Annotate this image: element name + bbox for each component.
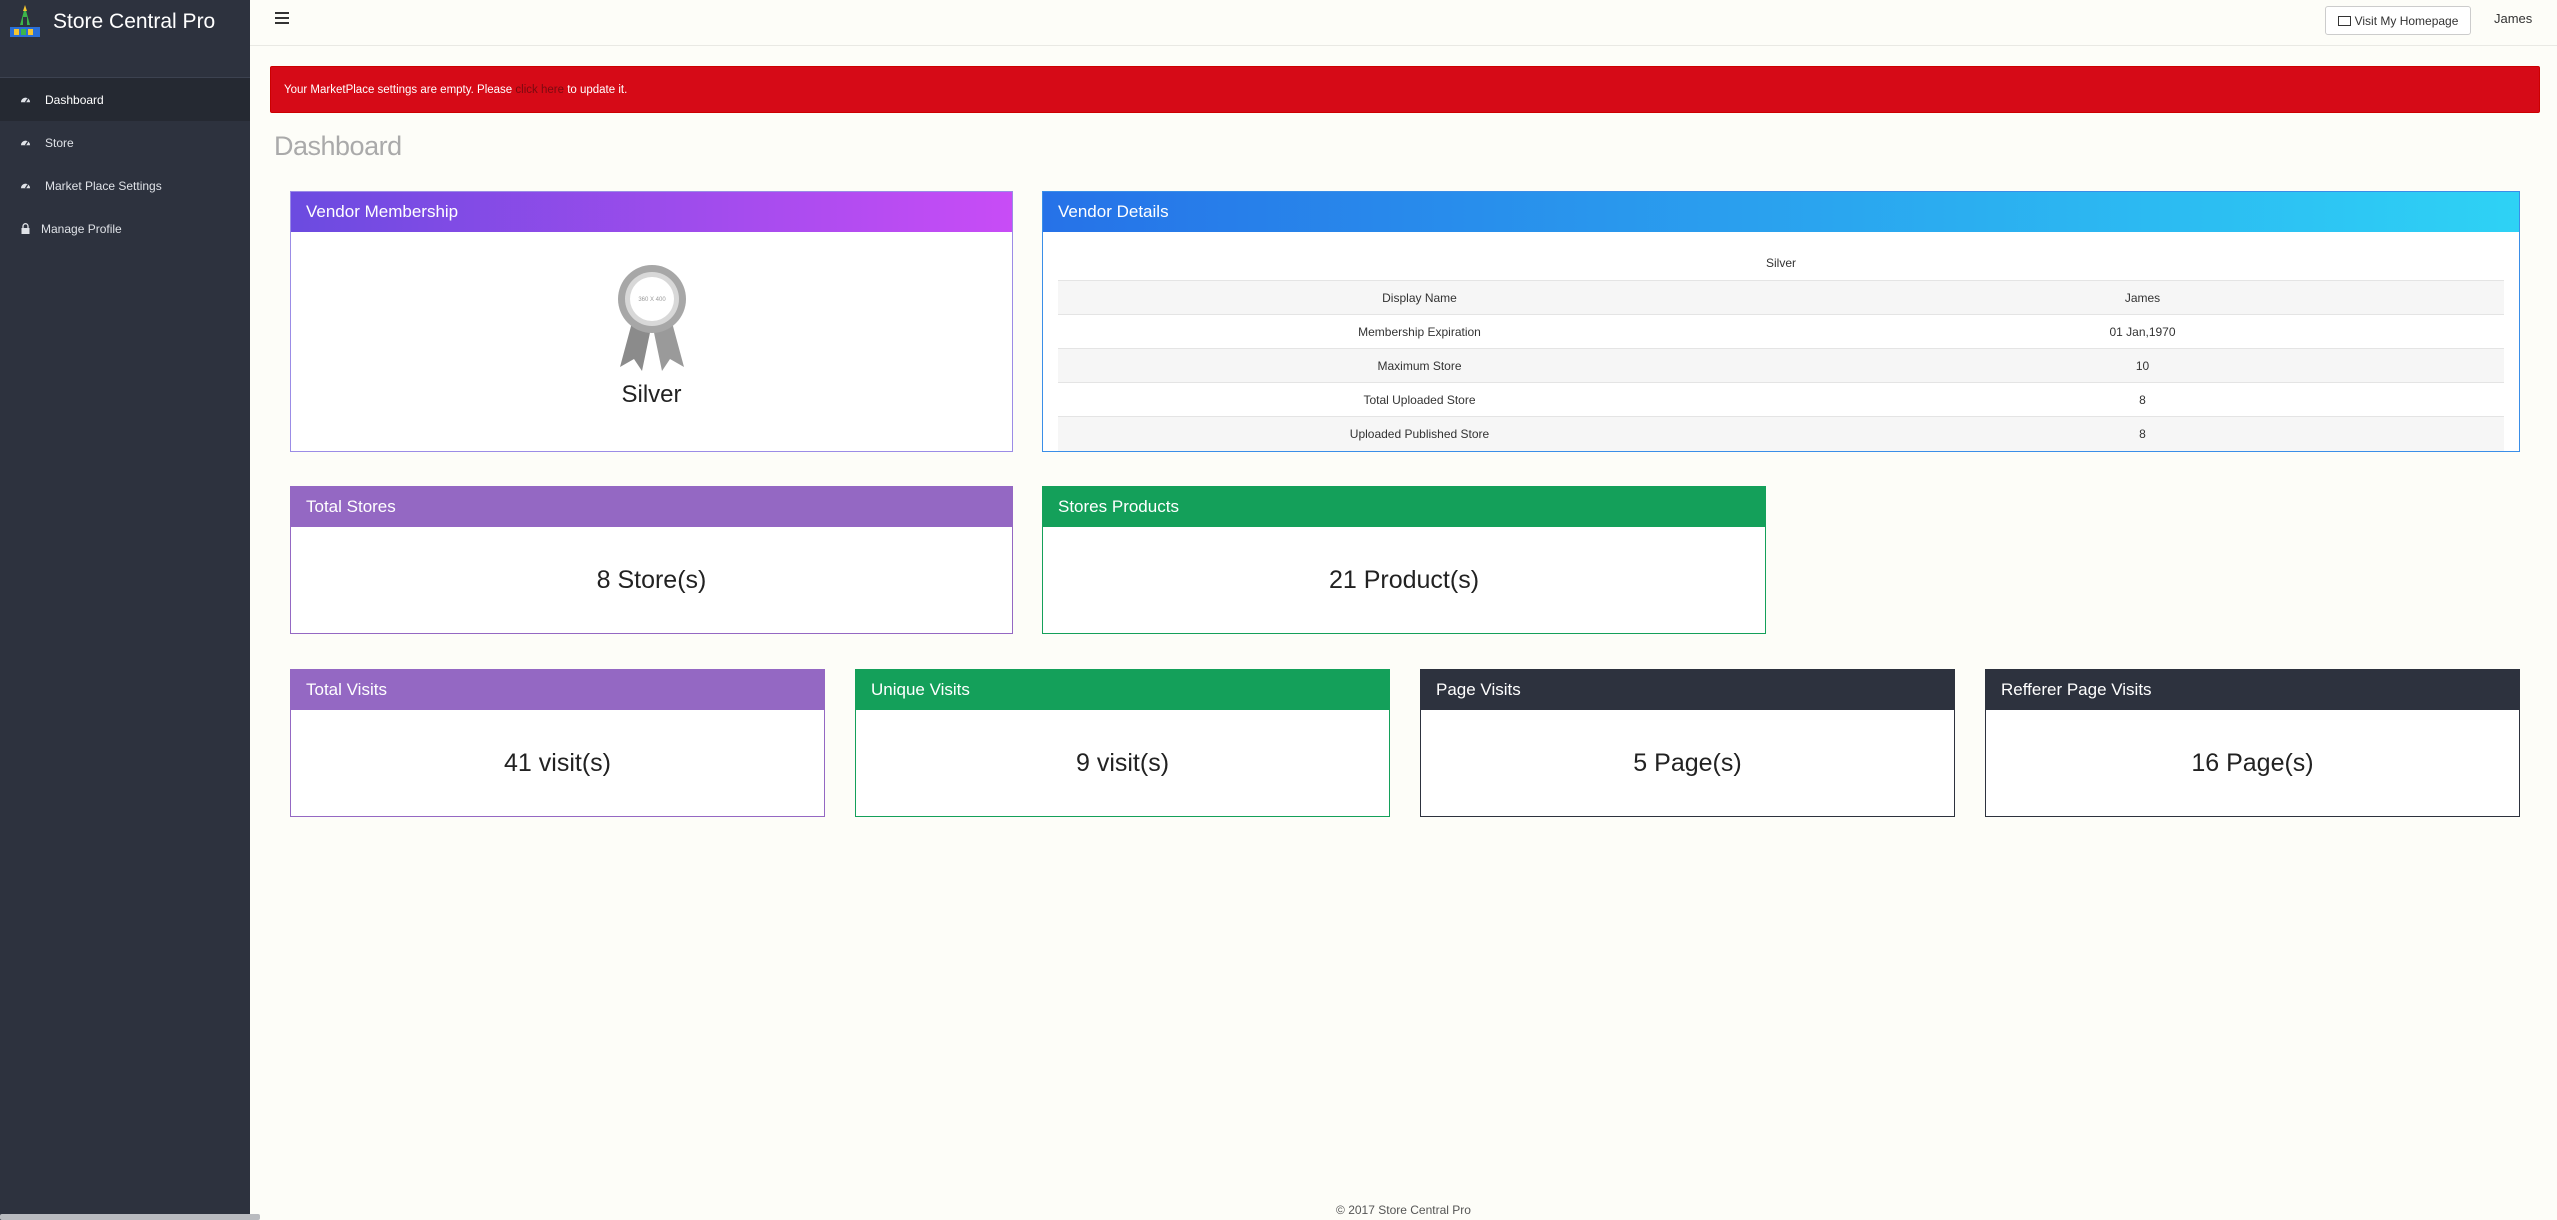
dashboard-icon — [19, 137, 31, 149]
footer-copyright: © 2017 Store Central Pro — [1336, 1203, 1471, 1217]
membership-body: 360 X 400 Silver — [291, 232, 1012, 451]
alert-link[interactable]: click here — [515, 84, 564, 96]
sidebar-nav: Dashboard Store Market Place Settings Ma… — [0, 78, 250, 250]
sidebar-item-label: Store — [45, 135, 74, 150]
hamburger-icon[interactable] — [275, 12, 289, 24]
table-row: Display Name James — [1058, 280, 2504, 315]
horizontal-scrollbar[interactable] — [0, 1214, 260, 1220]
table-row: Membership Expiration 01 Jan,1970 — [1058, 314, 2504, 349]
store-products-panel: Stores Products 21 Product(s) — [1042, 486, 1766, 634]
table-row: Uploaded Published Store 8 — [1058, 416, 2504, 451]
visit-homepage-button[interactable]: Visit My Homepage — [2325, 6, 2471, 35]
alert-text: Your MarketPlace settings are empty. Ple… — [284, 84, 513, 96]
detail-value: 01 Jan,1970 — [1781, 314, 2504, 349]
sidebar-item-store[interactable]: Store — [0, 121, 250, 164]
detail-label: Display Name — [1058, 280, 1781, 315]
vendor-membership-panel: Vendor Membership 360 X 400 Silver — [290, 191, 1013, 452]
membership-level: Silver — [621, 380, 682, 408]
detail-label: Total Uploaded Store — [1058, 382, 1781, 417]
referrer-visits-value: 16 Page(s) — [2191, 748, 2314, 777]
panel-title: Vendor Details — [1043, 192, 2519, 232]
vendor-details-panel: Vendor Details Silver Display Name James … — [1042, 191, 2520, 452]
alert-text-after: to update it. — [567, 84, 628, 96]
user-menu[interactable]: James — [2494, 11, 2532, 26]
sidebar-item-dashboard[interactable]: Dashboard — [0, 78, 250, 121]
sidebar-item-label: Manage Profile — [41, 221, 122, 236]
visit-homepage-label: Visit My Homepage — [2354, 13, 2459, 28]
store-logo-icon — [6, 3, 44, 41]
sidebar-item-label: Market Place Settings — [45, 178, 162, 193]
store-products-value: 21 Product(s) — [1328, 565, 1480, 594]
sidebar-item-marketplace-settings[interactable]: Market Place Settings — [0, 164, 250, 207]
panel-title: Page Visits — [1421, 670, 1954, 710]
dashboard-icon — [19, 180, 31, 192]
lock-icon — [19, 223, 31, 235]
panel-title: Total Visits — [291, 670, 824, 710]
table-row: Total Uploaded Store 8 — [1058, 382, 2504, 417]
page-visits-panel: Page Visits 5 Page(s) — [1420, 669, 1955, 817]
total-stores-value: 8 Store(s) — [596, 565, 707, 594]
total-visits-panel: Total Visits 41 visit(s) — [290, 669, 825, 817]
vendor-details-body: Silver Display Name James Membership Expi… — [1043, 232, 2519, 451]
unique-visits-value: 9 visit(s) — [1075, 748, 1170, 777]
dashboard-icon — [19, 94, 31, 106]
referrer-visits-panel: Refferer Page Visits 16 Page(s) — [1985, 669, 2520, 817]
sidebar-item-manage-profile[interactable]: Manage Profile — [0, 207, 250, 250]
membership-tier: Silver — [1765, 256, 1796, 270]
table-row: Maximum Store 10 — [1058, 348, 2504, 383]
brand-name: Store Central Pro — [53, 10, 216, 33]
topbar: Visit My Homepage James — [250, 0, 2557, 46]
badge-text: 360 X 400 — [638, 297, 666, 303]
page-title: Dashboard — [274, 131, 402, 161]
detail-value: 8 — [1781, 416, 2504, 451]
monitor-icon — [2337, 15, 2351, 26]
detail-value: 10 — [1781, 348, 2504, 383]
panel-title: Stores Products — [1043, 487, 1765, 527]
detail-label: Membership Expiration — [1058, 314, 1781, 349]
page-visits-value: 5 Page(s) — [1633, 748, 1742, 777]
panel-title: Total Stores — [291, 487, 1012, 527]
panel-title: Refferer Page Visits — [1986, 670, 2519, 710]
panel-title: Vendor Membership — [291, 192, 1012, 232]
total-stores-panel: Total Stores 8 Store(s) — [290, 486, 1013, 634]
detail-label: Maximum Store — [1058, 348, 1781, 383]
unique-visits-panel: Unique Visits 9 visit(s) — [855, 669, 1390, 817]
sidebar-item-label: Dashboard — [45, 92, 104, 107]
detail-value: 8 — [1781, 382, 2504, 417]
brand[interactable]: Store Central Pro — [0, 0, 250, 44]
settings-alert: Your MarketPlace settings are empty. Ple… — [270, 66, 2540, 113]
detail-label: Uploaded Published Store — [1058, 416, 1781, 451]
detail-value: James — [1781, 280, 2504, 315]
vendor-details-table: Display Name James Membership Expiration 0… — [1058, 280, 2504, 451]
panel-title: Unique Visits — [856, 670, 1389, 710]
sidebar: Store Central Pro Dashboard Store Market… — [0, 0, 260, 1220]
total-visits-value: 41 visit(s) — [504, 748, 611, 777]
award-ribbon-icon: 360 X 400 — [612, 263, 692, 373]
